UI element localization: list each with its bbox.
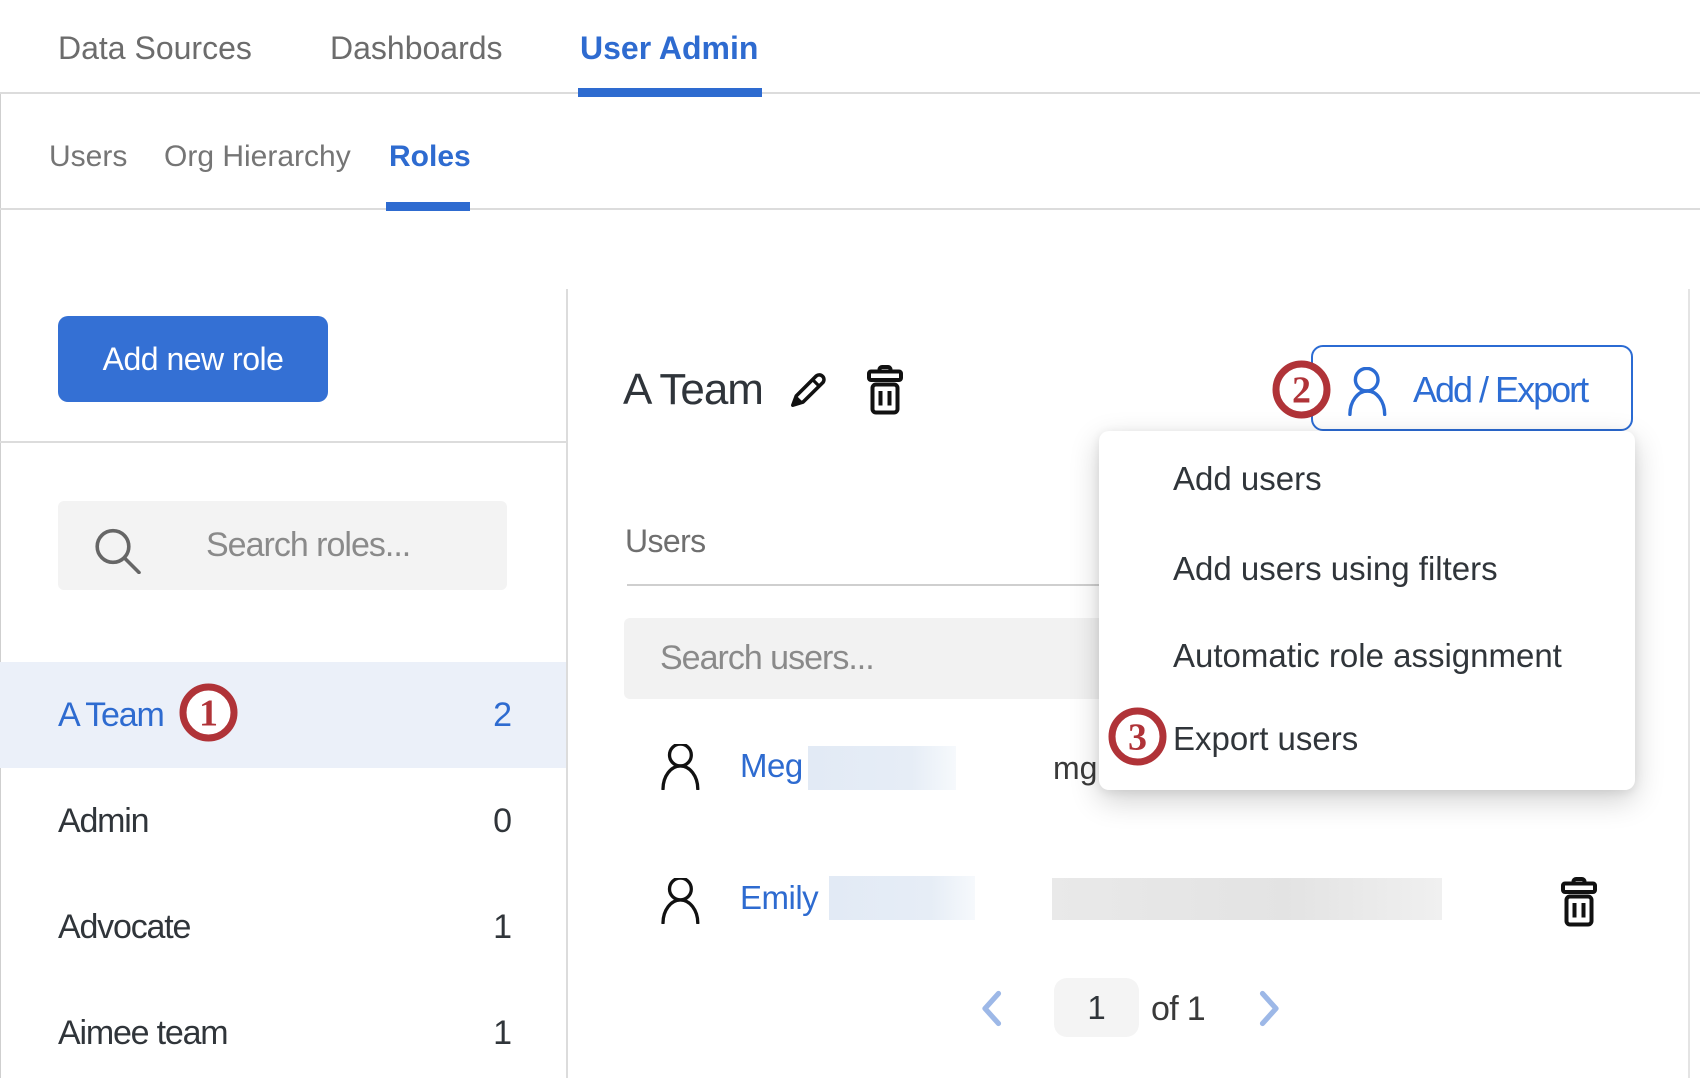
svg-text:1: 1 — [199, 693, 218, 735]
svg-text:3: 3 — [1128, 717, 1147, 759]
svg-text:2: 2 — [1292, 370, 1311, 412]
